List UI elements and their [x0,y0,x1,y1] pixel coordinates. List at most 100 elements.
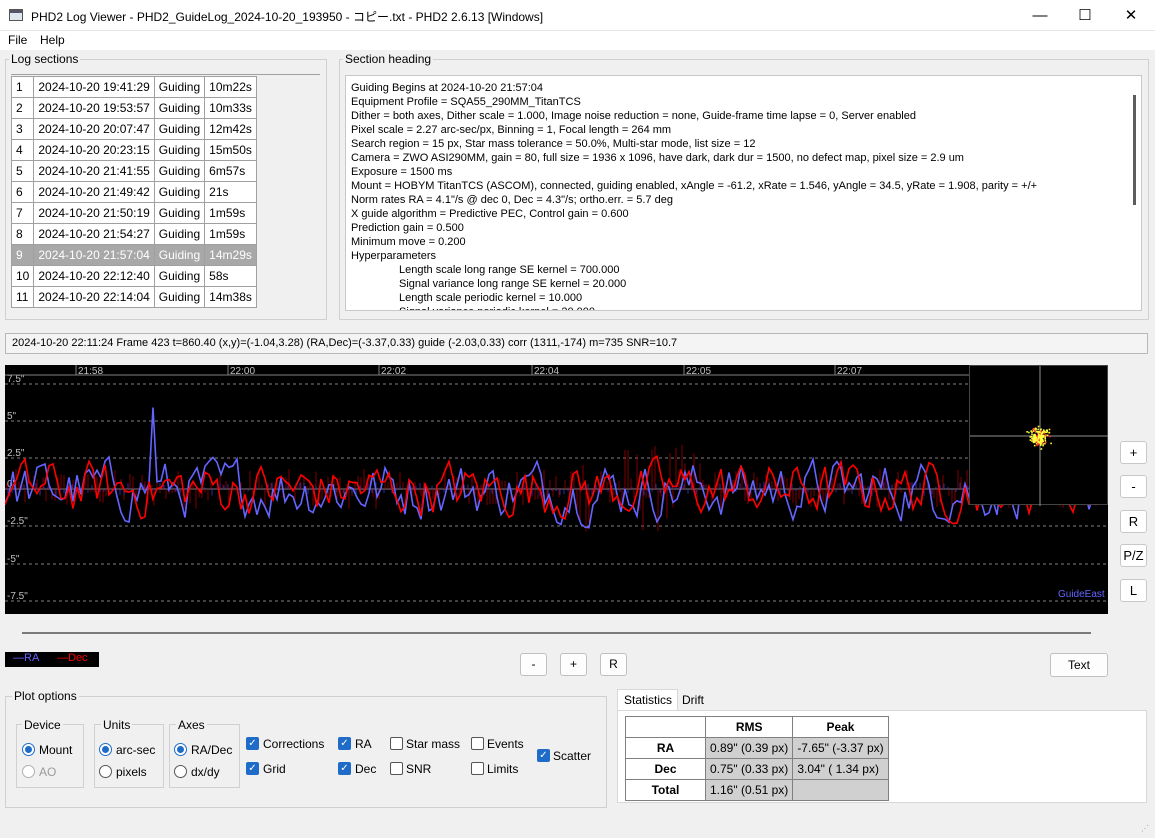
units-arcsec-radio[interactable] [99,743,112,756]
log-sections-label: Log sections [9,52,81,66]
grid-checkbox[interactable]: ✓ [246,762,259,775]
x-reset-button[interactable]: R [600,653,627,676]
zoom-in-button[interactable]: + [1120,441,1147,464]
device-label: Device [22,718,63,732]
l-button[interactable]: L [1120,579,1147,602]
scatter-point [1036,439,1038,441]
log-section-time: 2024-10-20 19:41:29 [33,76,155,98]
scatter-point [1034,430,1036,432]
axes-dxdy-radio[interactable] [174,765,187,778]
scatter-point [1030,435,1033,438]
log-section-row[interactable]: 3 2024-10-20 20:07:47 Guiding 12m42s [10,118,257,140]
log-section-num: 6 [10,181,35,203]
maximize-button[interactable]: ☐ [1062,0,1108,31]
corrections-checkbox[interactable]: ✓ [246,737,259,750]
reset-button[interactable]: R [1120,510,1147,533]
scatter-point [1043,432,1045,435]
heading-scrollbar[interactable] [1133,95,1136,205]
heading-line: Length scale periodic kernel = 10.000 [399,292,583,304]
log-section-type: Guiding [153,139,206,161]
heading-line: X guide algorithm = Predictive PEC, Cont… [351,208,629,220]
device-mount-radio[interactable] [22,743,35,756]
log-section-num: 9 [10,244,35,266]
guide-direction-label: GuideEast [1058,589,1105,600]
x-zoom-out-button[interactable]: - [520,653,547,676]
events-checkbox[interactable] [471,737,484,750]
scatter-point [1031,431,1033,433]
log-section-row[interactable]: 2 2024-10-20 19:53:57 Guiding 10m33s [10,97,257,119]
scatter-point [1033,444,1036,447]
ra-checkbox[interactable]: ✓ [338,737,351,750]
units-arcsec-label: arc-sec [116,743,156,757]
log-section-time: 2024-10-20 21:50:19 [33,202,155,224]
log-section-row[interactable]: 10 2024-10-20 22:12:40 Guiding 58s [10,265,257,287]
scatter-point [1045,441,1047,443]
log-section-time: 2024-10-20 20:23:15 [33,139,155,161]
axes-radec-radio[interactable] [174,743,187,756]
scatter-point [1026,431,1028,433]
log-section-num: 1 [10,76,35,98]
dec-checkbox[interactable]: ✓ [338,762,351,775]
axes-dxdy-label: dx/dy [191,765,220,779]
x-zoom-in-button[interactable]: + [560,653,587,676]
scatter-point [1044,438,1046,440]
ra-label: RA [355,737,372,751]
scatter-label: Scatter [553,749,592,763]
log-section-num: 4 [10,139,35,161]
text-button[interactable]: Text [1050,653,1108,677]
section-heading-text[interactable]: Guiding Begins at 2024-10-20 21:57:04 Equ… [345,75,1142,311]
log-section-row[interactable]: 8 2024-10-20 21:54:27 Guiding 1m59s [10,223,257,245]
pz-button[interactable]: P/Z [1120,544,1147,567]
menu-help[interactable]: Help [40,33,65,47]
units-label: Units [101,718,133,732]
stats-header-cell: RMS [704,716,794,738]
log-section-type: Guiding [153,97,206,119]
log-section-row[interactable]: 1 2024-10-20 19:41:29 Guiding 10m22s [10,76,257,98]
log-section-num: 11 [10,286,35,308]
tab-statistics-label: Statistics [624,693,673,707]
log-section-time: 2024-10-20 21:41:55 [33,160,155,182]
minimize-button[interactable]: — [1017,0,1063,31]
scatter-point [1035,441,1038,444]
scatter-point [1037,430,1039,433]
statistics-table: RMS Peak RA 0.89" (0.39 px) -7.65" (-3.37 px… [625,716,889,801]
star-mass-label: Star mass [406,737,461,751]
limits-checkbox[interactable] [471,762,484,775]
log-section-row[interactable]: 7 2024-10-20 21:50:19 Guiding 1m59s [10,202,257,224]
log-section-row[interactable]: 6 2024-10-20 21:49:42 Guiding 21s [10,181,257,203]
device-mount-label: Mount [39,743,73,757]
units-pixels-radio[interactable] [99,765,112,778]
tab-statistics[interactable]: Statistics [617,689,678,711]
scatter-point [1041,435,1044,437]
menu-bar: File Help [0,31,1155,50]
menu-file[interactable]: File [8,33,27,47]
log-section-row[interactable]: 5 2024-10-20 21:41:55 Guiding 6m57s [10,160,257,182]
zoom-out-button[interactable]: - [1120,475,1147,498]
log-section-row[interactable]: 11 2024-10-20 22:14:04 Guiding 14m38s [10,286,257,308]
guide-graph[interactable]: 7.5" 5" 2.5" 0" -2.5" -5" -7.5" 21:58 22:00 22:02… [5,365,1108,614]
scatter-point [1035,437,1038,440]
tab-drift[interactable]: Drift [682,693,704,707]
time-axis-label: 22:00 [230,366,255,377]
scatter-point [1041,442,1044,444]
graph-scrollbar[interactable] [22,632,1091,634]
snr-checkbox[interactable] [390,762,403,775]
log-section-type: Guiding [153,286,206,308]
close-button[interactable]: ✕ [1108,0,1154,31]
scatter-point [1050,442,1052,445]
log-section-dur: 6m57s [204,160,257,182]
y-axis-label: -7.5" [7,591,28,602]
log-section-dur: 15m50s [204,139,257,161]
log-section-row[interactable]: 4 2024-10-20 20:23:15 Guiding 15m50s [10,139,257,161]
device-ao-radio[interactable] [22,765,35,778]
log-section-row[interactable]: 9 2024-10-20 21:57:04 Guiding 14m29s [10,244,257,266]
scatter-checkbox[interactable]: ✓ [537,749,550,762]
log-section-time: 2024-10-20 22:14:04 [33,286,155,308]
log-sections-table[interactable]: 1 2024-10-20 19:41:29 Guiding 10m22s 2 2024-1… [10,76,257,308]
stats-header-row: RMS Peak [625,716,889,738]
stats-row-label: RA [625,737,706,759]
stats-peak-value: 3.04" ( 1.34 px) [792,758,889,780]
star-mass-checkbox[interactable] [390,737,403,750]
resize-grip[interactable]: ⋰ [1141,824,1151,834]
time-axis-label: 22:05 [686,366,711,377]
